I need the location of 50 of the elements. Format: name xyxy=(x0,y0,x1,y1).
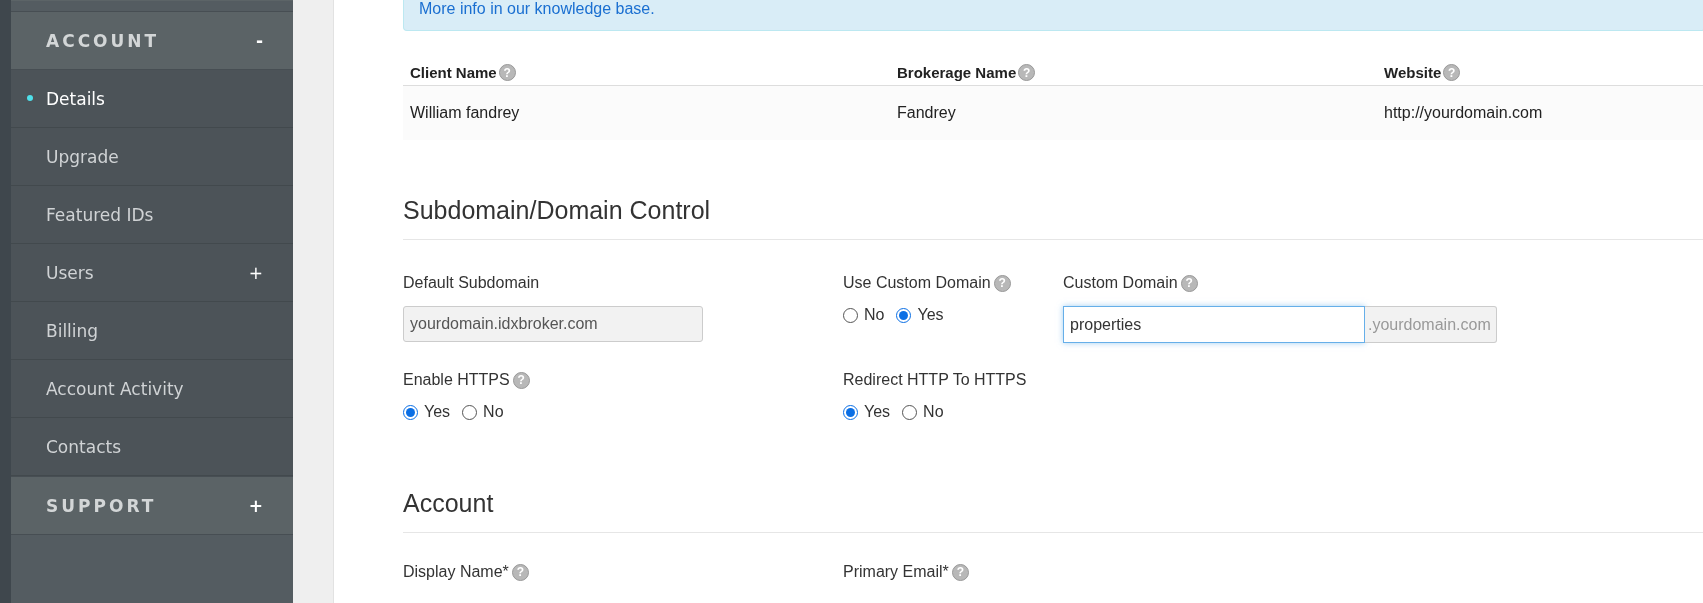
sidebar-item-label: Users xyxy=(46,262,94,283)
field-label: Custom Domain xyxy=(1063,274,1178,292)
field-label: Redirect HTTP To HTTPS xyxy=(843,371,1027,389)
radio-button[interactable] xyxy=(896,307,912,323)
sidebar-item-label: Details xyxy=(46,88,105,109)
radio-label: Yes xyxy=(424,403,451,421)
toggle-sign: - xyxy=(255,30,263,51)
table-cell: Fandrey xyxy=(890,86,1377,140)
sidebar-item[interactable]: Contacts xyxy=(11,418,293,476)
radio-button[interactable] xyxy=(902,404,918,420)
field-label: Display Name* xyxy=(403,563,509,581)
text-field[interactable]: properties xyxy=(1063,306,1365,343)
section-heading: Subdomain/Domain Control xyxy=(403,140,1703,240)
column-header: Brokerage Name xyxy=(897,64,1017,81)
field-label: Enable HTTPS xyxy=(403,371,510,389)
column-header: Website xyxy=(1384,64,1442,81)
sidebar-item-label: Account Activity xyxy=(46,378,184,399)
active-dot xyxy=(27,95,33,101)
radio-label: No xyxy=(923,403,944,421)
sidebar-section-header[interactable]: ACCOUNT - xyxy=(11,11,293,70)
sidebar-item[interactable]: Account Activity xyxy=(11,360,293,418)
field-label: Use Custom Domain xyxy=(843,274,991,292)
sidebar-section-header[interactable]: SUPPORT + xyxy=(11,476,293,535)
radio-button[interactable] xyxy=(843,404,858,420)
toggle-sign: + xyxy=(248,262,263,283)
knowledge-base-link[interactable]: More info in our knowledge base. xyxy=(419,0,655,17)
section-heading: Account xyxy=(403,421,1703,533)
field-label: Primary Email* xyxy=(843,563,949,581)
table-cell: William fandrey xyxy=(403,86,890,140)
radio-button[interactable] xyxy=(403,404,418,420)
radio-label: No xyxy=(864,306,885,324)
toggle-sign: + xyxy=(248,495,263,516)
sidebar-item-label: Featured IDs xyxy=(46,204,154,225)
sidebar-item[interactable]: Featured IDs xyxy=(11,186,293,244)
radio-label: Yes xyxy=(864,403,891,421)
field-label: Default Subdomain xyxy=(403,274,540,292)
sidebar-item-label: Contacts xyxy=(46,436,121,457)
radio-button[interactable] xyxy=(462,404,478,420)
sidebar-item[interactable]: Users + xyxy=(11,244,293,302)
sidebar-item[interactable]: Details xyxy=(11,70,293,128)
radio-label: Yes xyxy=(917,306,944,324)
radio-button[interactable] xyxy=(843,307,858,323)
table-cell: http://yourdomain.com xyxy=(1377,86,1703,140)
radio-label: No xyxy=(483,403,504,421)
sidebar-item-label: Upgrade xyxy=(46,146,119,167)
column-header: Client Name xyxy=(410,64,497,81)
sidebar-item-label: Billing xyxy=(46,320,99,341)
domain-suffix: .yourdomain.com xyxy=(1365,306,1497,343)
sidebar-item[interactable]: Upgrade xyxy=(11,128,293,186)
sidebar-item[interactable]: Billing xyxy=(11,302,293,360)
